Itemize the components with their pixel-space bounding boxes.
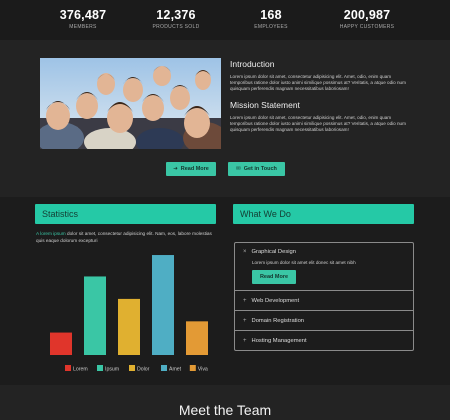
accordion-item-label: Web Development bbox=[251, 297, 300, 304]
arrow-circle-icon: ➜ bbox=[173, 166, 178, 172]
team-heading: Meet the Team bbox=[178, 402, 272, 418]
get-in-touch-button[interactable]: ✉ Get in Touch bbox=[228, 162, 285, 176]
legend-swatch bbox=[161, 365, 167, 371]
legend-label: Ipsum bbox=[105, 367, 119, 373]
accordion-item-domain-registration[interactable]: + Domain Registration bbox=[235, 310, 413, 330]
statistics-intro: A lorem ipsum dolor sit amet, consectetu… bbox=[36, 230, 216, 244]
read-more-label: Read More bbox=[259, 274, 289, 280]
legend-swatch bbox=[189, 365, 196, 371]
expand-icon: + bbox=[243, 317, 247, 324]
collapse-icon: × bbox=[243, 249, 247, 255]
stats-strip: 376,487 MEMBERS 12,376 PRODUCTS SOLD 168… bbox=[0, 0, 450, 40]
get-in-touch-label: Get in Touch bbox=[243, 166, 277, 172]
accordion-item-graphical-design[interactable]: × Graphical Design Lorem ipsum dolor sit… bbox=[235, 243, 413, 290]
about-text: Introduction Lorem ipsum dolor sit amet,… bbox=[230, 59, 410, 140]
introduction-text: Lorem ipsum dolor sit amet, consectetur … bbox=[230, 74, 406, 92]
team-section: Meet the Team bbox=[0, 385, 450, 420]
what-we-do-title: What We Do bbox=[240, 209, 291, 219]
bar-amet bbox=[152, 255, 174, 355]
accordion-item-label: Graphical Design bbox=[251, 249, 296, 255]
read-more-button[interactable]: Read More bbox=[252, 270, 296, 284]
envelope-icon: ✉ bbox=[236, 166, 241, 172]
legend-label: Amet bbox=[169, 367, 182, 373]
accordion-item-label: Domain Registration bbox=[251, 317, 305, 324]
read-more-button[interactable]: ➜ Read More bbox=[166, 162, 216, 176]
legend-label: Lorem bbox=[73, 367, 88, 373]
bar-chart: Lorem Ipsum Dolor Amet Viva bbox=[50, 255, 208, 373]
stat-happy-customers: 200,987 HAPPY CUSTOMERS bbox=[311, 8, 423, 30]
bar-viva bbox=[186, 321, 208, 355]
services-accordion: × Graphical Design Lorem ipsum dolor sit… bbox=[234, 242, 414, 351]
services-section: Statistics A lorem ipsum dolor sit amet,… bbox=[0, 197, 450, 385]
legend-label: Viva bbox=[198, 367, 208, 373]
statistics-intro-highlight: A lorem ipsum bbox=[36, 231, 66, 236]
statistics-header: Statistics bbox=[35, 204, 216, 224]
bar-dolor bbox=[118, 298, 140, 355]
accordion-item-body: Lorem ipsum dolor sit amet elit donec si… bbox=[252, 260, 356, 265]
expand-icon: + bbox=[243, 297, 247, 304]
legend-item-viva: Viva bbox=[189, 365, 208, 373]
read-more-label: Read More bbox=[180, 166, 209, 172]
stat-label: HAPPY CUSTOMERS bbox=[339, 24, 395, 30]
expand-icon: + bbox=[243, 337, 247, 344]
legend-swatch bbox=[65, 365, 71, 371]
legend-item-dolor: Dolor bbox=[129, 365, 150, 373]
legend-item-amet: Amet bbox=[161, 365, 182, 373]
what-we-do-header: What We Do bbox=[233, 204, 414, 224]
stat-value: 200,987 bbox=[343, 8, 391, 22]
team-group-photo bbox=[40, 58, 221, 149]
statistics-title: Statistics bbox=[42, 209, 79, 219]
legend-item-lorem: Lorem bbox=[65, 365, 88, 373]
mission-text: Lorem ipsum dolor sit amet, consectetur … bbox=[230, 114, 406, 133]
legend-label: Dolor bbox=[137, 367, 150, 373]
accordion-item-hosting-management[interactable]: + Hosting Management bbox=[235, 330, 413, 350]
introduction-heading: Introduction bbox=[230, 59, 275, 69]
legend-swatch bbox=[129, 365, 135, 371]
legend-item-ipsum: Ipsum bbox=[97, 365, 119, 373]
mission-heading: Mission Statement bbox=[230, 99, 300, 110]
bar-lorem bbox=[50, 332, 72, 355]
about-section: Introduction Lorem ipsum dolor sit amet,… bbox=[0, 40, 450, 197]
accordion-item-label: Hosting Management bbox=[251, 337, 307, 344]
bar-ipsum bbox=[84, 276, 106, 355]
legend-swatch bbox=[97, 365, 103, 371]
accordion-item-web-development[interactable]: + Web Development bbox=[235, 290, 413, 310]
